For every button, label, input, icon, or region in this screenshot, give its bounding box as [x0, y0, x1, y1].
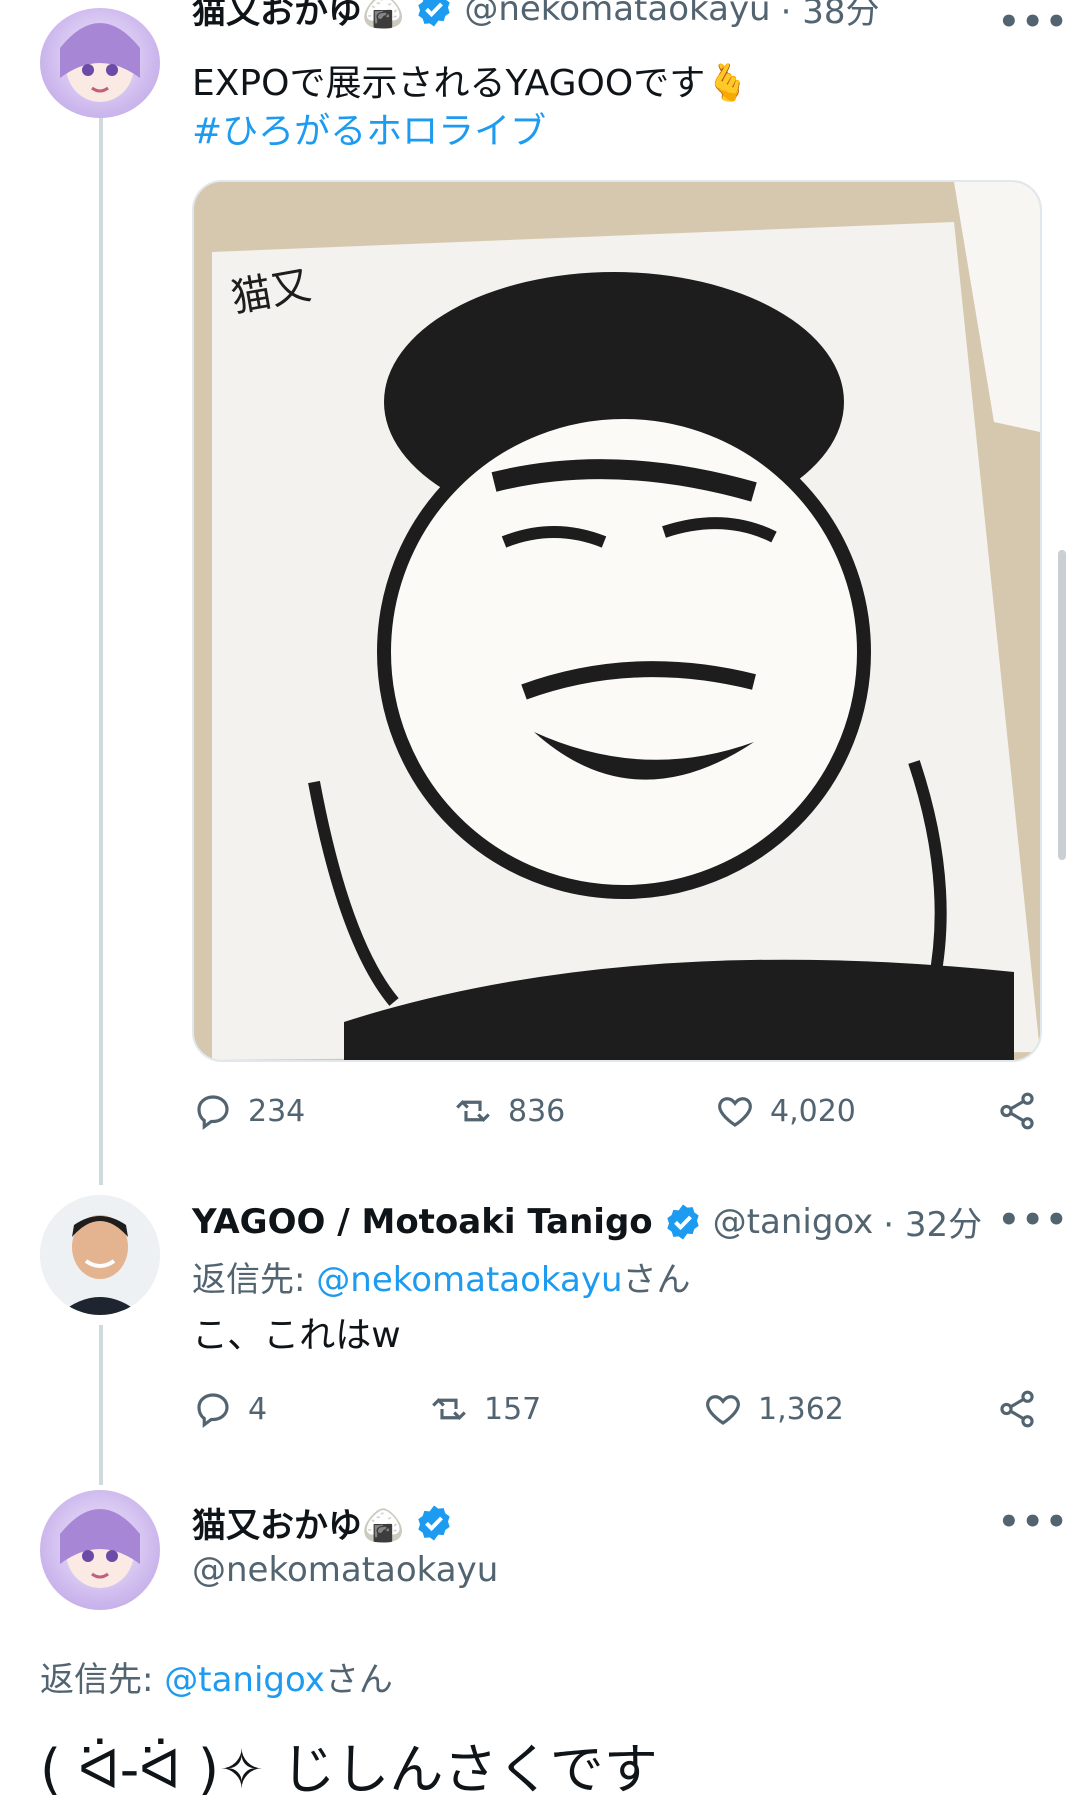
retweet-icon	[456, 1100, 490, 1122]
handle[interactable]: @nekomataokayu	[192, 1550, 498, 1590]
reply-button[interactable]: 234	[192, 1090, 305, 1132]
reply-icon	[197, 1393, 229, 1428]
tweet3-text: ( ᐛ-ᐛ )✧ じしんさくです	[40, 1738, 658, 1801]
tweet1-media[interactable]: 猫又	[192, 180, 1042, 1062]
tweet1-header: 猫又おかゆ🍙 @nekomataokayu · 38分	[192, 0, 912, 40]
reply-button[interactable]: 4	[192, 1388, 267, 1430]
reply-icon	[197, 1095, 229, 1130]
tweet1-text: EXPOで展示されるYAGOOです🫰	[192, 63, 751, 104]
like-count: 1,362	[758, 1391, 844, 1427]
reply-context: 返信先: @tanigoxさん	[40, 1652, 393, 1701]
like-count: 4,020	[770, 1093, 856, 1129]
tweet2-header: YAGOO / Motoaki Tanigo @tanigox · 32分	[192, 1197, 982, 1246]
verified-icon	[418, 1505, 451, 1540]
more-icon[interactable]: •••	[998, 1502, 1069, 1542]
hashtag-link[interactable]: #ひろがるホロライブ	[192, 102, 546, 154]
retweet-count: 836	[508, 1093, 566, 1129]
reply-suffix: さん	[324, 1660, 393, 1700]
like-icon	[718, 1097, 752, 1127]
like-icon	[706, 1395, 740, 1425]
verified-icon	[418, 0, 451, 26]
handle[interactable]: @nekomataokayu	[464, 0, 770, 29]
retweet-button[interactable]: 836	[452, 1090, 565, 1132]
retweet-count: 157	[484, 1391, 542, 1427]
more-icon[interactable]: •••	[998, 2, 1069, 42]
reply-prefix: 返信先:	[192, 1260, 317, 1300]
retweet-icon	[432, 1398, 466, 1420]
share-icon	[1000, 1390, 1034, 1428]
thread-line-1	[99, 110, 103, 1185]
tweet3-header: 猫又おかゆ🍙	[192, 1498, 454, 1547]
avatar-okayu-2[interactable]	[40, 1490, 160, 1610]
display-name[interactable]: 猫又おかゆ🍙	[192, 0, 404, 33]
timestamp[interactable]: · 32分	[883, 1197, 982, 1246]
timestamp[interactable]: · 38分	[781, 0, 880, 33]
display-name[interactable]: 猫又おかゆ🍙	[192, 1498, 404, 1547]
avatar-yagoo[interactable]	[40, 1195, 160, 1315]
reply-prefix: 返信先:	[40, 1660, 165, 1700]
reply-to-link[interactable]: @tanigox	[164, 1660, 325, 1700]
handle[interactable]: @tanigox	[713, 1202, 874, 1242]
avatar-okayu-1[interactable]	[40, 8, 160, 118]
share-icon	[1000, 1092, 1034, 1130]
tweet2-text: こ、これはw	[192, 1315, 401, 1356]
more-icon[interactable]: •••	[998, 1200, 1069, 1240]
reply-context: 返信先: @nekomataokayuさん	[192, 1252, 691, 1301]
scrollbar-thumb[interactable]	[1058, 550, 1066, 860]
display-name[interactable]: YAGOO / Motoaki Tanigo	[192, 1202, 653, 1242]
share-button[interactable]	[996, 1090, 1038, 1132]
reply-count: 234	[248, 1093, 306, 1129]
thread-line-2	[99, 1325, 103, 1485]
share-button[interactable]	[996, 1388, 1038, 1430]
verified-icon	[666, 1204, 699, 1239]
retweet-button[interactable]: 157	[428, 1388, 541, 1430]
media-illustration: 猫又	[194, 182, 1040, 1060]
like-button[interactable]: 4,020	[714, 1090, 856, 1132]
reply-count: 4	[248, 1391, 268, 1427]
like-button[interactable]: 1,362	[702, 1388, 844, 1430]
reply-suffix: さん	[622, 1260, 691, 1300]
reply-to-link[interactable]: @nekomataokayu	[316, 1260, 622, 1300]
